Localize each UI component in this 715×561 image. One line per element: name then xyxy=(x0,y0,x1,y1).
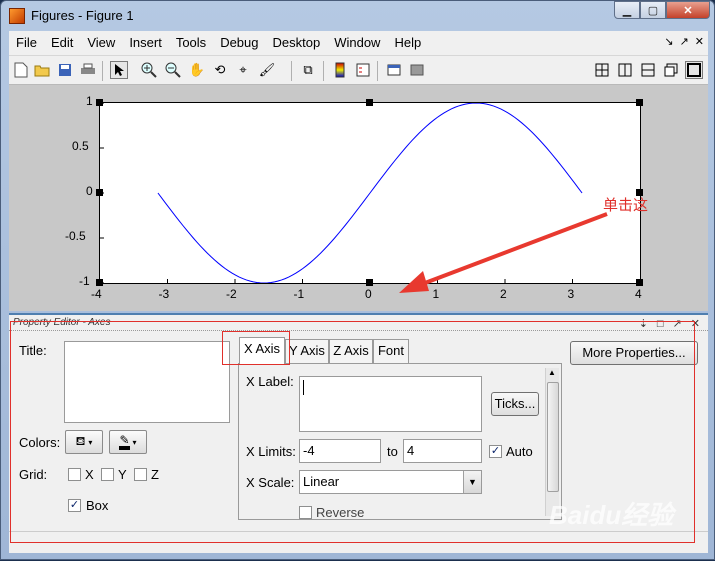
menu-insert[interactable]: Insert xyxy=(122,31,169,55)
menu-edit[interactable]: Edit xyxy=(44,31,80,55)
undock-icon[interactable]: ↗ xyxy=(680,35,689,48)
split-horizontal-icon[interactable] xyxy=(639,61,657,79)
sine-series-line[interactable] xyxy=(157,103,583,283)
dock-icon[interactable]: ↘ xyxy=(664,35,673,48)
figure-toolbar: ✋ ⟲ ⌖ 🖌 ⧉ xyxy=(9,55,708,85)
y-tick-label: 1 xyxy=(86,94,93,108)
resize-handle[interactable] xyxy=(636,279,643,286)
close-figure-icon[interactable]: ✕ xyxy=(695,35,704,48)
show-plot-tools-icon[interactable] xyxy=(408,61,426,79)
link-icon[interactable]: ⧉ xyxy=(299,61,317,79)
resize-handle[interactable] xyxy=(636,99,643,106)
pan-hand-icon[interactable]: ✋ xyxy=(188,61,206,79)
menu-window[interactable]: Window xyxy=(327,31,387,55)
maximize-button[interactable]: ▢ xyxy=(640,1,666,19)
brush-icon[interactable]: 🖌 xyxy=(258,61,276,79)
resize-handle[interactable] xyxy=(366,99,373,106)
y-tick-label: 0.5 xyxy=(72,139,89,153)
menu-help[interactable]: Help xyxy=(387,31,428,55)
zoom-out-icon[interactable] xyxy=(164,61,182,79)
menu-tools[interactable]: Tools xyxy=(169,31,213,55)
matlab-app-icon xyxy=(9,8,25,24)
rotate-3d-icon[interactable]: ⟲ xyxy=(211,61,229,79)
x-tick-label: -3 xyxy=(158,287,170,301)
x-tick-label: 3 xyxy=(567,287,575,301)
zoom-in-icon[interactable] xyxy=(140,61,158,79)
data-cursor-icon[interactable]: ⌖ xyxy=(234,61,252,79)
menu-debug[interactable]: Debug xyxy=(213,31,265,55)
annotation-text: 单击这 xyxy=(603,197,649,214)
x-tick-label: -2 xyxy=(226,287,237,301)
float-icon[interactable] xyxy=(662,61,680,79)
tile-icon[interactable] xyxy=(593,61,611,79)
legend-icon[interactable] xyxy=(354,61,372,79)
pointer-icon[interactable] xyxy=(110,61,128,79)
x-tick-label: 1 xyxy=(432,287,440,301)
axes[interactable] xyxy=(99,102,641,284)
close-button[interactable]: ✕ xyxy=(666,1,710,19)
maximize-icon[interactable] xyxy=(685,61,703,79)
menu-file[interactable]: File xyxy=(9,31,44,55)
x-tick-label: -1 xyxy=(293,287,305,301)
x-tick-label: 4 xyxy=(635,287,642,301)
resize-handle[interactable] xyxy=(366,279,373,286)
print-icon[interactable] xyxy=(79,61,97,79)
title-bar: Figures - Figure 1 ▁ ▢ ✕ xyxy=(1,1,714,31)
menu-bar: File Edit View Insert Tools Debug Deskto… xyxy=(9,31,708,55)
new-figure-icon[interactable] xyxy=(12,61,30,79)
save-icon[interactable] xyxy=(56,61,74,79)
figure-window: Figures - Figure 1 ▁ ▢ ✕ File Edit View … xyxy=(0,0,715,560)
menu-view[interactable]: View xyxy=(80,31,122,55)
resize-handle[interactable] xyxy=(96,99,103,106)
minimize-button[interactable]: ▁ xyxy=(614,1,640,19)
resize-handle[interactable] xyxy=(96,279,103,286)
plot-area xyxy=(100,103,640,283)
window-title: Figures - Figure 1 xyxy=(31,8,134,23)
colorbar-icon[interactable] xyxy=(331,61,349,79)
y-tick-label: -1 xyxy=(79,274,90,288)
hide-plot-tools-icon[interactable] xyxy=(385,61,403,79)
tab-x-axis[interactable]: X Axis xyxy=(239,337,285,364)
x-tick-label: 2 xyxy=(500,287,507,301)
y-tick-label: 0 xyxy=(86,184,93,198)
watermark: Baidu经验 xyxy=(549,500,674,530)
menu-desktop[interactable]: Desktop xyxy=(266,31,328,55)
resize-handle[interactable] xyxy=(96,189,103,196)
y-tick-label: -0.5 xyxy=(65,229,86,243)
open-folder-icon[interactable] xyxy=(33,61,51,79)
x-tick-label: -4 xyxy=(91,287,102,301)
x-tick-label: 0 xyxy=(365,287,372,301)
split-vertical-icon[interactable] xyxy=(616,61,634,79)
